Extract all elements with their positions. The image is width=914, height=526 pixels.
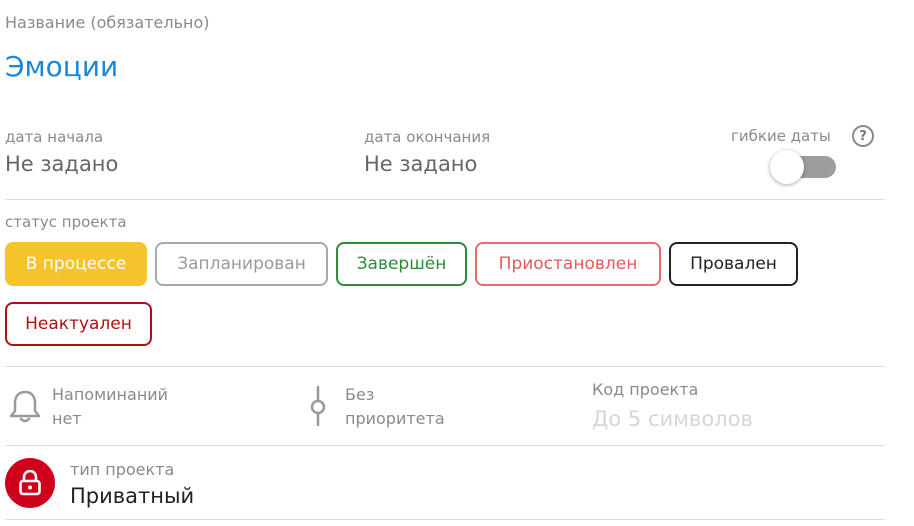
project-code-input[interactable]: До 5 символов bbox=[592, 407, 753, 431]
start-date-value[interactable]: Не задано bbox=[5, 152, 118, 176]
status-label: статус проекта bbox=[5, 213, 127, 231]
project-code-label: Код проекта bbox=[592, 380, 699, 399]
flexible-dates-label: гибкие даты bbox=[731, 127, 831, 145]
status-chip-paused[interactable]: Приостановлен bbox=[475, 242, 661, 286]
reminders-line1: Напоминаний bbox=[52, 385, 169, 404]
toggle-knob[interactable] bbox=[770, 150, 804, 184]
priority-line1: Без bbox=[345, 385, 375, 404]
end-date-value[interactable]: Не задано bbox=[364, 152, 477, 176]
project-type-value: Приватный bbox=[70, 484, 195, 508]
status-chip-planned[interactable]: Запланирован bbox=[155, 242, 328, 286]
divider bbox=[5, 445, 885, 446]
name-label: Название (обязательно) bbox=[5, 13, 210, 32]
priority-icon bbox=[308, 385, 328, 427]
divider bbox=[5, 519, 885, 520]
divider bbox=[5, 366, 885, 367]
end-date-label: дата окончания bbox=[364, 128, 491, 146]
project-type-label: тип проекта bbox=[70, 460, 175, 479]
bell-icon bbox=[8, 388, 42, 424]
project-name-field[interactable]: Эмоции bbox=[5, 50, 118, 83]
reminders-line2: нет bbox=[52, 409, 82, 428]
divider bbox=[5, 199, 885, 200]
status-chip-irrelevant[interactable]: Неактуален bbox=[5, 302, 152, 346]
priority-line2: приоритета bbox=[345, 409, 445, 428]
status-chip-completed[interactable]: Завершён bbox=[336, 242, 467, 286]
lock-icon bbox=[5, 458, 55, 508]
start-date-label: дата начала bbox=[5, 128, 104, 146]
status-chip-in-progress[interactable]: В процессе bbox=[5, 242, 147, 286]
status-chip-failed[interactable]: Провален bbox=[669, 242, 798, 286]
question-circle-icon[interactable]: ? bbox=[852, 125, 874, 147]
